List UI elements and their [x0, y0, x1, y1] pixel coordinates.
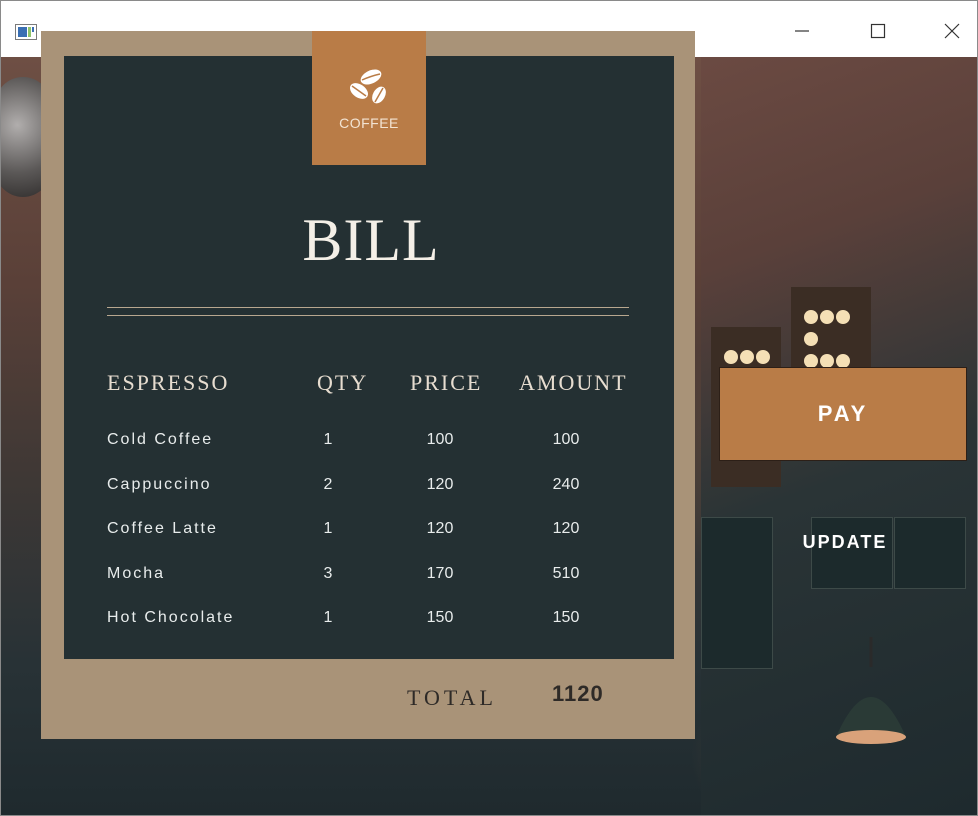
- pay-button[interactable]: PAY: [719, 367, 967, 461]
- coffee-label: COFFEE: [339, 115, 399, 131]
- row-item-name: Cappuccino: [107, 476, 212, 493]
- row-amount: 510: [552, 565, 580, 582]
- close-button[interactable]: [929, 11, 975, 51]
- app-window: COFFEE BILL ESPRESSO QTY PRICE AMOUNT Co…: [0, 0, 978, 816]
- row-item-name: Hot Chocolate: [107, 609, 235, 626]
- column-header-price: PRICE: [410, 370, 483, 395]
- maximize-icon: [870, 23, 886, 39]
- row-qty: 1: [323, 431, 333, 448]
- coffee-beans-icon: [349, 69, 386, 104]
- row-amount: 120: [552, 520, 580, 537]
- row-price: 100: [426, 431, 454, 448]
- row-item-name: Mocha: [107, 565, 166, 582]
- total-value: 1120: [552, 681, 604, 706]
- row-price: 170: [426, 565, 454, 582]
- column-header-amount: AMOUNT: [519, 370, 628, 395]
- menu-board: [701, 517, 773, 669]
- pendant-lamp: [836, 637, 906, 744]
- row-qty: 2: [323, 476, 333, 493]
- row-item-name: Cold Coffee: [107, 431, 214, 448]
- bill-title: BILL: [302, 207, 440, 273]
- row-price: 150: [426, 609, 454, 626]
- row-qty: 1: [323, 609, 333, 626]
- update-button-label: UPDATE: [802, 531, 888, 552]
- pay-button-label: PAY: [817, 401, 869, 426]
- column-header-qty: QTY: [317, 370, 369, 395]
- divider-line: [107, 307, 629, 308]
- coffee-badge: COFFEE: [312, 31, 426, 165]
- total-label: TOTAL: [407, 685, 497, 710]
- row-price: 120: [426, 476, 454, 493]
- app-window-icon: [15, 24, 37, 40]
- column-header-item: ESPRESSO: [107, 370, 230, 395]
- minimize-button[interactable]: [779, 11, 825, 51]
- maximize-button[interactable]: [855, 11, 901, 51]
- row-item-name: Coffee Latte: [107, 520, 218, 537]
- row-price: 120: [426, 520, 454, 537]
- row-amount: 150: [552, 609, 580, 626]
- row-amount: 100: [552, 431, 580, 448]
- row-qty: 1: [323, 520, 333, 537]
- row-amount: 240: [552, 476, 580, 493]
- divider-line: [107, 315, 629, 316]
- update-button[interactable]: UPDATE: [785, 529, 905, 555]
- row-qty: 3: [323, 565, 333, 582]
- close-icon: [944, 23, 960, 39]
- minimize-icon: [795, 30, 809, 32]
